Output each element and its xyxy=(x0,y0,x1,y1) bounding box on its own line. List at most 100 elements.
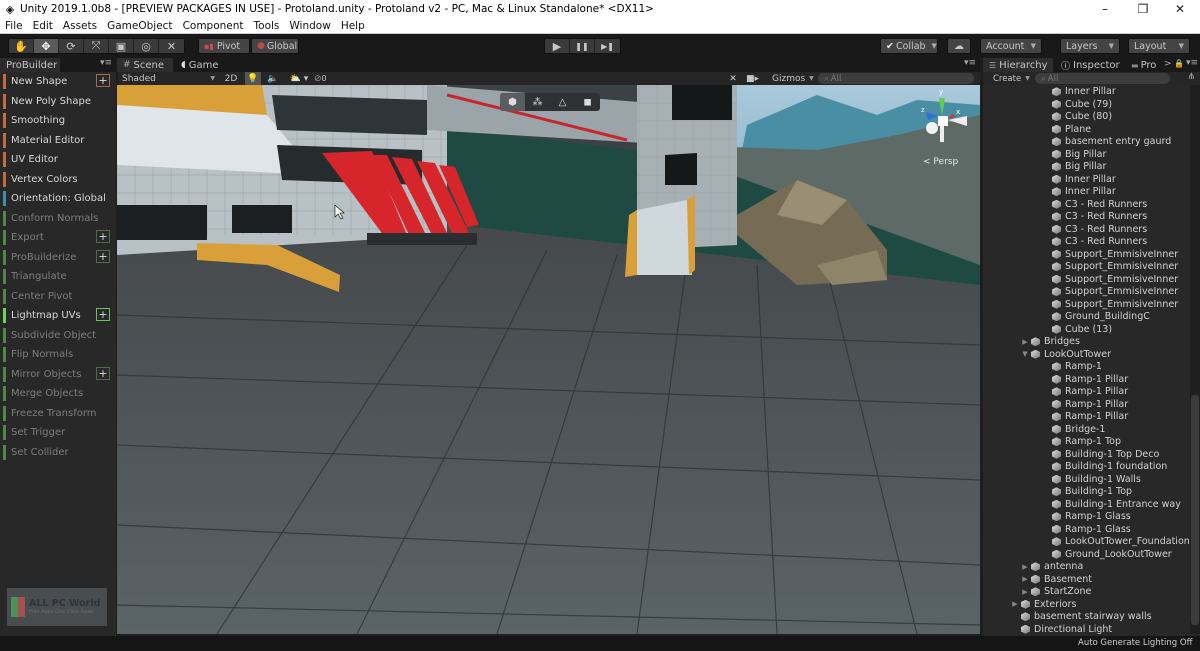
hand-tool-button[interactable]: ✋ xyxy=(9,39,34,53)
layout-dropdown[interactable]: Layout ▼ xyxy=(1128,38,1190,54)
hierarchy-search-input[interactable]: ⌕ All xyxy=(1035,73,1170,84)
play-button[interactable]: ▶ xyxy=(545,39,570,53)
scale-tool-button[interactable]: ⤧ xyxy=(84,39,109,53)
shading-dropdown[interactable]: Shaded ▼ xyxy=(122,72,218,85)
probuilder-item[interactable]: Subdivide Object xyxy=(0,326,114,345)
chevron-right-icon[interactable]: > xyxy=(1164,59,1172,69)
rect-tool-button[interactable]: ▣ xyxy=(109,39,134,53)
minimize-button[interactable]: – xyxy=(1085,0,1125,18)
hierarchy-item[interactable]: Directional Light xyxy=(1010,623,1112,636)
probuilder-item[interactable]: Lightmap UVs + xyxy=(0,306,114,325)
edge-mode-button[interactable]: △ xyxy=(550,93,575,111)
maximize-button[interactable]: ❐ xyxy=(1123,0,1163,18)
menu-window[interactable]: Window xyxy=(284,20,335,32)
hierarchy-item[interactable]: Plane xyxy=(1041,123,1091,136)
pivot-toggle[interactable]: ▪▮ Pivot xyxy=(198,38,250,54)
scene-search-input[interactable]: ⌕ All xyxy=(818,73,974,84)
hierarchy-item[interactable]: Cube (13) xyxy=(1041,323,1112,336)
hierarchy-item[interactable]: ▶ Basement xyxy=(1020,573,1092,586)
camera-dropdown[interactable]: ■▸ xyxy=(746,72,770,85)
effects-dropdown[interactable]: ⛅ ▾ xyxy=(286,72,312,85)
hierarchy-item[interactable]: Cube (80) xyxy=(1041,111,1112,124)
hierarchy-item[interactable]: Big Pillar xyxy=(1041,148,1106,161)
expand-right-icon[interactable]: ▶ xyxy=(1020,575,1030,583)
probuilder-item[interactable]: New Shape + xyxy=(0,72,114,91)
step-button[interactable]: ▶❚ xyxy=(595,39,620,53)
options-plus-icon[interactable]: + xyxy=(96,230,110,243)
hierarchy-item[interactable]: Building-1 Top Deco xyxy=(1041,448,1159,461)
panel-menu-icon[interactable]: ▾≡ xyxy=(964,58,976,68)
2d-toggle[interactable]: 2D xyxy=(220,72,242,85)
hierarchy-item[interactable]: Building-1 Walls xyxy=(1041,473,1141,486)
move-tool-button[interactable]: ✥ xyxy=(34,39,59,53)
hierarchy-item[interactable]: Building-1 Top xyxy=(1041,486,1132,499)
global-toggle[interactable]: ● Global xyxy=(251,38,299,54)
probuilder-item[interactable]: ProBuilderize + xyxy=(0,248,114,267)
hierarchy-item[interactable]: Support_EmmisiveInner xyxy=(1041,298,1178,311)
panel-menu-icon[interactable]: ▾≡ xyxy=(100,58,112,68)
probuilder-item[interactable]: UV Editor xyxy=(0,150,114,169)
gizmos-dropdown[interactable]: Gizmos ▼ xyxy=(772,72,814,85)
hierarchy-item[interactable]: C3 - Red Runners xyxy=(1041,223,1147,236)
expand-right-icon[interactable]: ▶ xyxy=(1020,338,1030,346)
probuilder-item[interactable]: Flip Normals xyxy=(0,345,114,364)
probuilder-item[interactable]: Freeze Transform xyxy=(0,404,114,423)
expand-right-icon[interactable]: ▶ xyxy=(1010,600,1020,608)
hierarchy-item[interactable]: Ramp-1 Pillar xyxy=(1041,398,1128,411)
hierarchy-item[interactable]: Support_EmmisiveInner xyxy=(1041,261,1178,274)
tab-inspector[interactable]: ⓘ Inspector xyxy=(1055,58,1125,72)
create-dropdown[interactable]: Create ▼ xyxy=(993,72,1030,85)
expand-right-icon[interactable]: ▶ xyxy=(1020,588,1030,596)
hierarchy-item[interactable]: Inner Pillar xyxy=(1041,173,1116,186)
menu-help[interactable]: Help xyxy=(336,20,370,32)
object-mode-button[interactable]: ⬢ xyxy=(500,93,525,111)
expand-down-icon[interactable]: ▼ xyxy=(1020,350,1030,358)
hierarchy-item[interactable]: Building-1 Entrance way xyxy=(1041,498,1181,511)
orientation-gizmo[interactable]: y z x xyxy=(912,88,972,150)
hierarchy-item[interactable]: Ramp-1 Pillar xyxy=(1041,411,1128,424)
tab-probuilder[interactable]: ▬ Pro xyxy=(1125,58,1165,72)
face-mode-button[interactable]: ◼ xyxy=(575,93,600,111)
tab-probuilder[interactable]: ProBuilder xyxy=(0,58,60,72)
hierarchy-item[interactable]: C3 - Red Runners xyxy=(1041,198,1147,211)
hierarchy-item[interactable]: Ground_BuildingC xyxy=(1041,311,1150,324)
hierarchy-item[interactable]: basement stairway walls xyxy=(1010,611,1152,624)
probuilder-item[interactable]: Center Pivot xyxy=(0,287,114,306)
hierarchy-item[interactable]: Cube (79) xyxy=(1041,98,1112,111)
custom-tool-button[interactable]: ✕ xyxy=(159,39,184,53)
probuilder-item[interactable]: Material Editor xyxy=(0,131,114,150)
hidden-objects-toggle[interactable]: ⊘ 0 xyxy=(314,72,338,85)
hierarchy-item[interactable]: Ramp-1 Pillar xyxy=(1041,373,1128,386)
probuilder-item[interactable]: Mirror Objects + xyxy=(0,365,114,384)
persp-toggle[interactable]: < Persp xyxy=(923,157,958,167)
scene-viewport[interactable]: ⬢ ⁂ △ ◼ y z x < Persp xyxy=(117,85,980,634)
cloud-button[interactable]: ☁ xyxy=(947,38,971,54)
hierarchy-scrollbar[interactable] xyxy=(1190,85,1200,634)
panel-menu-icon[interactable]: ▾≡ xyxy=(1186,58,1198,68)
menu-edit[interactable]: Edit xyxy=(28,20,58,32)
rotate-tool-button[interactable]: ⟳ xyxy=(59,39,84,53)
hierarchy-item[interactable]: Inner Pillar xyxy=(1041,186,1116,199)
menu-tools[interactable]: Tools xyxy=(249,20,285,32)
pause-button[interactable]: ❚❚ xyxy=(570,39,595,53)
hierarchy-item[interactable]: Inner Pillar xyxy=(1041,86,1116,99)
probuilder-item[interactable]: Vertex Colors xyxy=(0,170,114,189)
hierarchy-item[interactable]: Ramp-1 Glass xyxy=(1041,511,1131,524)
hierarchy-item[interactable]: C3 - Red Runners xyxy=(1041,236,1147,249)
probuilder-item[interactable]: Export + xyxy=(0,228,114,247)
hierarchy-item[interactable]: basement entry gaurd xyxy=(1041,136,1171,149)
probuilder-item[interactable]: New Poly Shape xyxy=(0,92,114,111)
expand-right-icon[interactable]: ▶ xyxy=(1020,563,1030,571)
options-plus-icon[interactable]: + xyxy=(96,308,110,321)
hierarchy-item[interactable]: Ramp-1 Top xyxy=(1041,436,1121,449)
menu-gameobject[interactable]: GameObject xyxy=(102,20,177,32)
hierarchy-item[interactable]: Support_EmmisiveInner xyxy=(1041,248,1178,261)
options-plus-icon[interactable]: + xyxy=(96,249,110,263)
probuilder-item[interactable]: Set Collider xyxy=(0,443,114,462)
scene-visibility-icon[interactable]: ⋔ xyxy=(1188,72,1195,82)
probuilder-item[interactable]: Merge Objects xyxy=(0,384,114,403)
hierarchy-item[interactable]: C3 - Red Runners xyxy=(1041,211,1147,224)
hierarchy-item[interactable]: Ramp-1 Pillar xyxy=(1041,386,1128,399)
probuilder-item[interactable]: Orientation: Global xyxy=(0,189,114,208)
account-dropdown[interactable]: Account ▼ xyxy=(980,38,1042,54)
